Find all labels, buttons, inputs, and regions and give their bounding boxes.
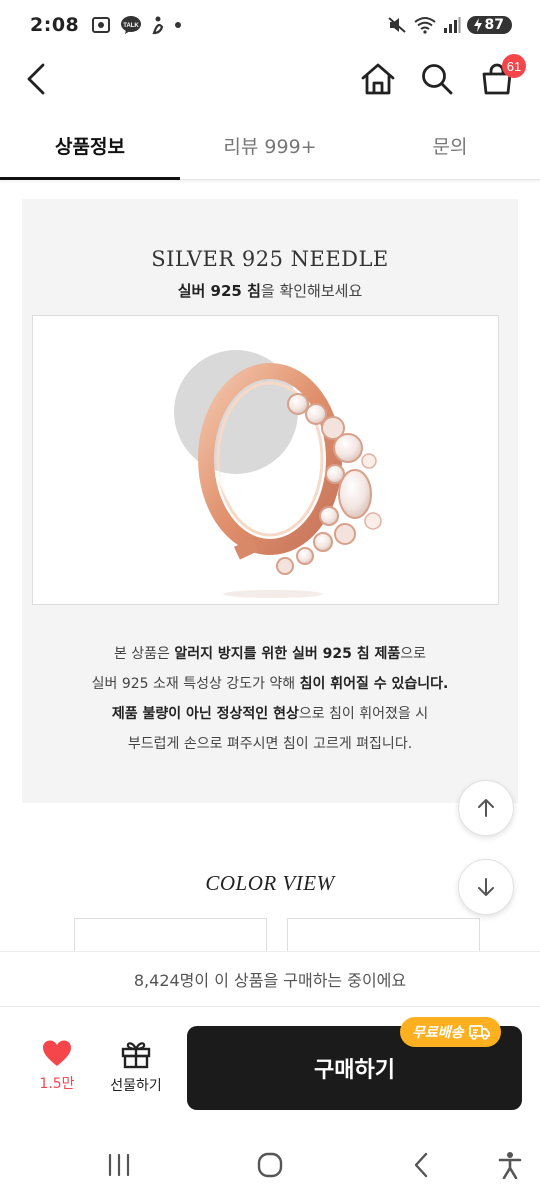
desc-text: 본 상품은: [113, 646, 175, 662]
arrow-up-icon: [478, 799, 494, 817]
needle-info-card: SILVER 925 NEEDLE 실버 925 침을 확인해보세요 본 상품은…: [22, 199, 518, 803]
product-tabs: 상품정보 리뷰 999+ 문의: [0, 112, 540, 180]
wifi-icon: [413, 17, 436, 34]
cart-button[interactable]: 61: [474, 54, 526, 102]
home-icon: [361, 63, 395, 95]
svg-text:TALK: TALK: [123, 23, 139, 29]
accessibility-icon: [498, 1152, 522, 1179]
back-system-button[interactable]: [401, 1149, 441, 1181]
free-shipping-badge: 무료배송: [400, 1017, 501, 1047]
status-bar: 2:08 TALK 87: [0, 0, 540, 50]
gift-icon: [121, 1042, 151, 1069]
buy-label: 구매하기: [314, 1058, 395, 1083]
search-icon: [422, 64, 453, 95]
cart-count-badge: 61: [502, 54, 526, 78]
arrow-down-icon: [478, 878, 494, 896]
app-header: 61: [0, 50, 540, 108]
tab-product-info[interactable]: 상품정보: [0, 112, 180, 180]
home-circle-icon: [257, 1152, 283, 1178]
delivery-truck-icon: [468, 1025, 490, 1040]
earring-image: [174, 350, 382, 598]
mute-icon: [387, 17, 406, 33]
signal-icon: [443, 17, 461, 33]
back-arrow-icon: [27, 63, 45, 95]
needle-description: 본 상품은 알러지 방지를 위한 실버 925 침 제품으로 실버 925 소재…: [22, 639, 518, 759]
needle-subtitle-rest: 을 확인해보세요: [260, 282, 363, 300]
desc-line-2: 실버 925 소재 특성상 강도가 약해 침이 휘어질 수 있습니다.: [22, 669, 518, 699]
dot-icon: [175, 22, 182, 28]
back-chevron-icon: [414, 1152, 428, 1178]
product-detail-content: SILVER 925 NEEDLE 실버 925 침을 확인해보세요 본 상품은…: [0, 181, 540, 951]
product-photo: [32, 315, 499, 605]
desc-line-3: 제품 불량이 아닌 정상적인 현상으로 침이 휘어졌을 시: [22, 699, 518, 729]
heart-icon: [43, 1040, 71, 1066]
search-button[interactable]: [414, 56, 460, 102]
tab-inquiry[interactable]: 문의: [360, 112, 540, 179]
desc-line-1: 본 상품은 알러지 방지를 위한 실버 925 침 제품으로: [22, 639, 518, 669]
color-option-card: [74, 918, 267, 951]
home-system-button[interactable]: [250, 1149, 290, 1181]
purchase-notice: 8,424명이 이 상품을 구매하는 중이에요: [0, 951, 540, 1007]
desc-text: 실버 925 소재 특성상 강도가 약해: [91, 676, 300, 692]
scroll-top-button[interactable]: [458, 780, 514, 836]
desc-line-4: 부드럽게 손으로 펴주시면 침이 고르게 펴집니다.: [127, 736, 413, 752]
needle-title: SILVER 925 NEEDLE: [151, 247, 389, 271]
battery-icon: 87: [466, 16, 512, 34]
needle-subtitle: 실버 925 침을 확인해보세요: [22, 280, 518, 301]
recent-apps-button[interactable]: [99, 1149, 139, 1181]
gift-label: 선물하기: [110, 1078, 162, 1094]
gift-button[interactable]: 선물하기: [98, 1039, 174, 1099]
color-option-card: [287, 918, 480, 951]
desc-emphasis: 제품 불량이 아닌 정상적인 현상: [111, 706, 299, 722]
bottom-action-bar: 1.5만 선물하기 구매하기 무료배송: [0, 1007, 540, 1127]
system-navigation-bar: [0, 1127, 540, 1200]
like-count: 1.5만: [39, 1076, 75, 1092]
status-time: 2:08: [30, 14, 80, 36]
like-button[interactable]: 1.5만: [22, 1039, 92, 1099]
desc-emphasis: 알러지 방지를 위한 실버 925 침 제품: [174, 646, 401, 662]
desc-text: 으로 침이 휘어졌을 시: [298, 706, 429, 722]
needle-subtitle-bold: 실버 925 침: [177, 282, 261, 300]
desc-emphasis: 침이 휘어질 수 있습니다.: [299, 676, 449, 692]
back-button[interactable]: [14, 56, 60, 102]
accessibility-button[interactable]: [490, 1149, 530, 1181]
status-right-icons: 87: [387, 16, 512, 34]
screenshot-icon: [92, 17, 111, 33]
desc-text: 으로: [400, 646, 427, 662]
kakaotalk-icon: TALK: [121, 16, 142, 34]
app-notification-icon: [152, 16, 164, 35]
home-button[interactable]: [355, 56, 401, 102]
free-shipping-label: 무료배송: [412, 1025, 464, 1041]
scroll-bottom-button[interactable]: [458, 859, 514, 915]
tab-reviews[interactable]: 리뷰 999+: [180, 112, 360, 179]
status-left-icons: TALK: [91, 15, 182, 35]
battery-level: 87: [484, 17, 504, 33]
recent-apps-icon: [108, 1153, 130, 1177]
